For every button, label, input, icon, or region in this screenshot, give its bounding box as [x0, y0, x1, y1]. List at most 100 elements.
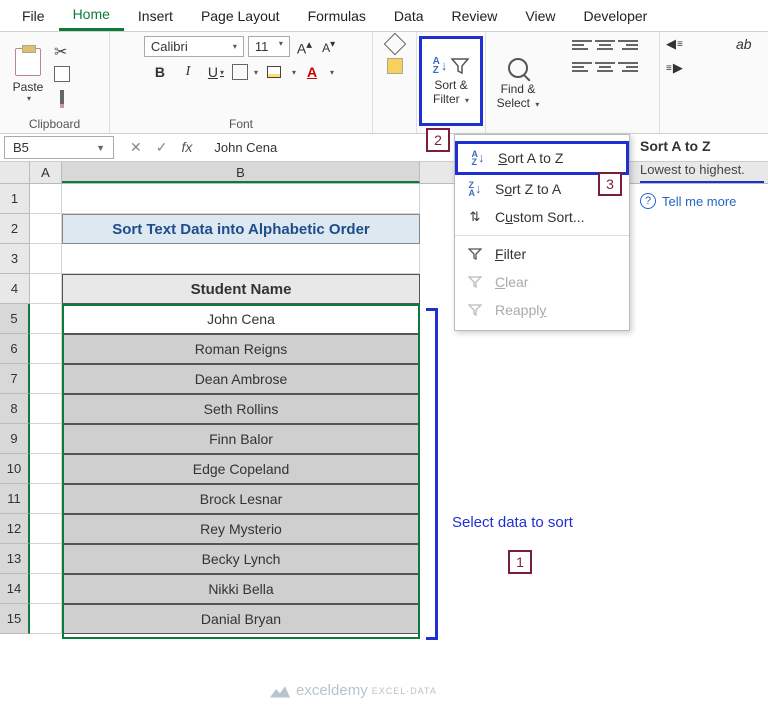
tab-formulas[interactable]: Formulas	[294, 2, 380, 30]
underline-button[interactable]: U▾	[204, 61, 228, 83]
row-header[interactable]: 2	[0, 214, 30, 244]
ribbon-tabs: File Home Insert Page Layout Formulas Da…	[0, 0, 768, 32]
row-header[interactable]: 13	[0, 544, 30, 574]
cancel-formula-button[interactable]: ✕	[130, 139, 142, 156]
row-header[interactable]: 6	[0, 334, 30, 364]
sort-az-icon: AZ↓	[468, 150, 488, 166]
row-header[interactable]: 5	[0, 304, 30, 334]
clear-item: Clear	[455, 268, 629, 296]
italic-button[interactable]: I	[176, 61, 200, 83]
column-header-b[interactable]: B	[62, 162, 420, 183]
increase-indent-button[interactable]: ≡▶	[666, 60, 683, 76]
sort-filter-button[interactable]: AZ↓ Sort &Filter ▾	[419, 36, 483, 126]
bracket-icon	[426, 308, 438, 640]
data-cell[interactable]: Seth Rollins	[62, 394, 420, 424]
ribbon: Paste ▾ Clipboard Calibri▾ 11▾ A▴ A▾ B I…	[0, 32, 768, 134]
tab-view[interactable]: View	[511, 2, 569, 30]
data-cell[interactable]: Roman Reigns	[62, 334, 420, 364]
wrap-text-button[interactable]: ab	[736, 36, 754, 52]
bold-button[interactable]: B	[148, 61, 172, 83]
callout-2: 2	[426, 128, 450, 152]
data-cell[interactable]: John Cena	[62, 304, 420, 334]
tab-data[interactable]: Data	[380, 2, 438, 30]
paste-label: Paste	[13, 80, 44, 94]
data-cell[interactable]: Rey Mysterio	[62, 514, 420, 544]
custom-sort-item[interactable]: ⇅ Custom Sort...	[455, 203, 629, 231]
align-bottom-button[interactable]	[618, 36, 638, 54]
filter-icon	[465, 248, 485, 260]
tab-developer[interactable]: Developer	[570, 2, 662, 30]
row-header[interactable]: 15	[0, 604, 30, 634]
filter-item[interactable]: Filter	[455, 240, 629, 268]
format-painter-button[interactable]	[54, 90, 72, 108]
row-header[interactable]: 14	[0, 574, 30, 604]
align-left-button[interactable]	[572, 58, 592, 76]
tab-file[interactable]: File	[8, 2, 59, 30]
callout-1: 1	[508, 550, 532, 574]
row-header[interactable]: 3	[0, 244, 30, 274]
font-color-button[interactable]: A	[300, 61, 324, 83]
row-header[interactable]: 9	[0, 424, 30, 454]
tab-insert[interactable]: Insert	[124, 2, 187, 30]
title-cell[interactable]: Sort Text Data into Alphabetic Order	[62, 214, 420, 244]
align-center-button[interactable]	[595, 58, 615, 76]
row-header[interactable]: 1	[0, 184, 30, 214]
help-icon: ?	[640, 193, 656, 209]
sort-filter-dropdown: AZ↓ Sort A to Z ZA↓ Sort Z to A ⇅ Custom…	[454, 134, 630, 331]
sort-filter-label: Sort &Filter ▾	[433, 79, 469, 105]
fx-button[interactable]: fx	[181, 139, 192, 156]
increase-font-button[interactable]: A▴	[294, 37, 315, 57]
orientation-button[interactable]	[383, 33, 406, 56]
search-icon	[508, 58, 528, 78]
align-right-button[interactable]	[618, 58, 638, 76]
align-middle-button[interactable]	[595, 36, 615, 54]
cut-button[interactable]	[54, 42, 72, 60]
fill-color-button[interactable]	[262, 61, 286, 83]
data-cell[interactable]: Danial Bryan	[62, 604, 420, 634]
clipboard-icon	[15, 48, 41, 76]
row-header[interactable]: 8	[0, 394, 30, 424]
name-box[interactable]: B5▼	[4, 136, 114, 159]
tab-review[interactable]: Review	[438, 2, 512, 30]
row-header[interactable]: 4	[0, 274, 30, 304]
data-cell[interactable]: Becky Lynch	[62, 544, 420, 574]
font-group-label: Font	[116, 114, 366, 131]
align-top-button[interactable]	[572, 36, 592, 54]
tooltip: Sort A to Z Lowest to highest. ?Tell me …	[640, 138, 764, 209]
find-select-button[interactable]: Find &Select ▾	[489, 58, 547, 110]
header-cell[interactable]: Student Name	[62, 274, 420, 304]
sort-a-to-z-item[interactable]: AZ↓ Sort A to Z	[455, 141, 629, 175]
data-cell[interactable]: Dean Ambrose	[62, 364, 420, 394]
copy-button[interactable]	[54, 66, 72, 84]
font-name-combo[interactable]: Calibri▾	[144, 36, 244, 57]
border-button[interactable]	[232, 64, 248, 80]
row-header[interactable]: 11	[0, 484, 30, 514]
watermark-icon	[270, 684, 290, 698]
row-header[interactable]: 10	[0, 454, 30, 484]
cell-styles-button[interactable]	[387, 58, 403, 74]
data-cell[interactable]: Edge Copeland	[62, 454, 420, 484]
tab-pagelayout[interactable]: Page Layout	[187, 2, 294, 30]
row-header[interactable]: 12	[0, 514, 30, 544]
tooltip-desc: Lowest to highest.	[640, 162, 764, 183]
data-cell[interactable]: Nikki Bella	[62, 574, 420, 604]
column-header-a[interactable]: A	[30, 162, 62, 183]
select-all-corner[interactable]	[0, 162, 30, 183]
spreadsheet-grid: 1 2Sort Text Data into Alphabetic Order …	[0, 184, 768, 634]
watermark: exceldemy EXCEL·DATA	[270, 682, 437, 699]
tab-home[interactable]: Home	[59, 0, 124, 31]
sort-za-icon: ZA↓	[465, 181, 485, 197]
custom-sort-icon: ⇅	[465, 209, 485, 225]
paste-button[interactable]: Paste ▾	[6, 41, 50, 109]
clipboard-group-label: Clipboard	[6, 114, 103, 131]
chevron-down-icon: ▾	[27, 94, 31, 103]
data-cell[interactable]: Brock Lesnar	[62, 484, 420, 514]
font-size-combo[interactable]: 11▾	[248, 36, 290, 57]
reapply-icon	[465, 304, 485, 316]
row-header[interactable]: 7	[0, 364, 30, 394]
decrease-font-button[interactable]: A▾	[319, 39, 338, 55]
decrease-indent-button[interactable]: ◀≡	[666, 36, 683, 52]
enter-formula-button[interactable]: ✓	[156, 139, 168, 156]
data-cell[interactable]: Finn Balor	[62, 424, 420, 454]
tell-me-more-link[interactable]: ?Tell me more	[640, 193, 764, 209]
